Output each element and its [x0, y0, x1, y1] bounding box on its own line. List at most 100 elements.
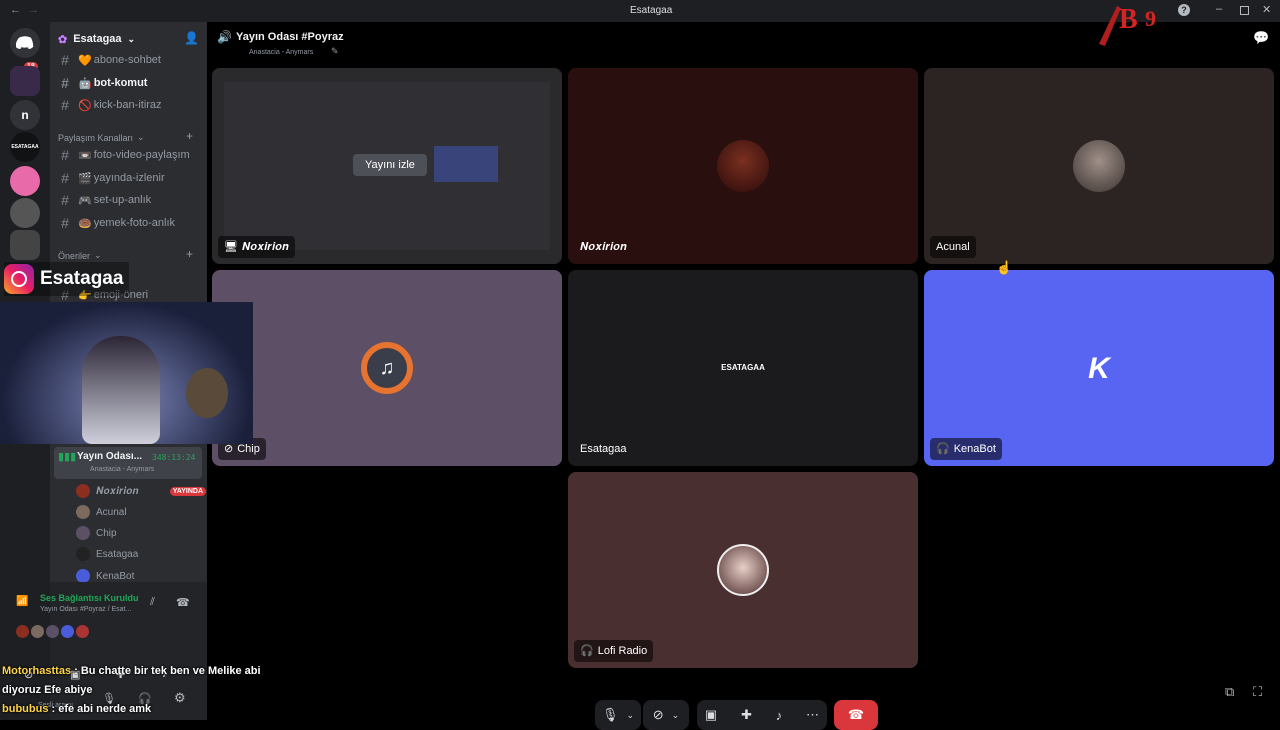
help-icon[interactable]: ?: [1178, 4, 1190, 16]
fullscreen-icon[interactable]: ⛶: [1253, 684, 1262, 700]
disconnect-icon[interactable]: ☎: [176, 596, 190, 609]
avatar: [76, 569, 90, 583]
headphones-off-icon: 🎧: [936, 443, 950, 455]
tile-kenabot[interactable]: K 🎧 KenaBot: [924, 270, 1274, 466]
voice-channel[interactable]: ▮▮▮ Yayın Odası... 348:13:24 Anastacia -…: [54, 447, 202, 479]
avatar: [76, 547, 90, 561]
tile-lofi-radio[interactable]: 🎧 Lofi Radio: [568, 472, 918, 668]
voice-status-sub: Yayın Odası #Poyraz / Esat...: [40, 606, 132, 613]
channel-label: foto-video-paylaşım: [93, 149, 190, 161]
member-name: Esatagaa: [96, 548, 139, 560]
camera-toggle-button[interactable]: ⊘ ⌄: [643, 700, 689, 730]
minimize-icon[interactable]: –: [1216, 3, 1222, 15]
voice-member[interactable]: 𝑵𝒐𝒙𝒊𝒓𝒊𝒐𝒏 YAYINDA: [76, 481, 226, 501]
channel-label: yayında-izlenir: [93, 172, 165, 184]
webcam-person: [82, 336, 160, 444]
server-header[interactable]: ✿ Esatagaa ⌄: [58, 30, 200, 48]
tile-name: 𝑵𝒐𝒙𝒊𝒓𝒊𝒐𝒏: [241, 241, 289, 253]
channel-emoji: 🎮: [78, 194, 92, 207]
hash-icon: #: [61, 170, 69, 186]
leave-call-button[interactable]: ☎: [834, 700, 878, 730]
avatar: [76, 484, 90, 498]
edit-icon[interactable]: ✎: [331, 46, 339, 57]
speaker-icon: 🔊: [217, 30, 232, 44]
server-n[interactable]: n: [10, 100, 40, 130]
voice-member[interactable]: Chip: [76, 523, 226, 543]
channel-yemek-foto[interactable]: # 🍩 yemek-foto-anlık: [58, 213, 200, 233]
tile-stream[interactable]: Yayını izle 🖥 𝑵𝒐𝒙𝒊𝒓𝒊𝒐𝒏: [212, 68, 562, 264]
add-channel-icon[interactable]: +: [186, 247, 193, 261]
tile-chip[interactable]: ♫ ⊘ Chip: [212, 270, 562, 466]
tile-acunal[interactable]: Acunal: [924, 68, 1274, 264]
channel-set-up-anlik[interactable]: # 🎮 set-up-anlık: [58, 190, 200, 210]
tile-name-label: 🖥 𝑵𝒐𝒙𝒊𝒓𝒊𝒐𝒏: [218, 236, 295, 258]
channel-bot-komut[interactable]: # 🤖 bot-komut: [58, 73, 200, 93]
mouse-cursor: ☝: [996, 260, 1013, 275]
stream-window-accent: [434, 146, 498, 182]
soundboard-icon[interactable]: ♪: [776, 708, 783, 723]
avatar: [1073, 140, 1125, 192]
chevron-down-icon: ⌄: [626, 709, 635, 720]
hang-up-icon: ☎: [847, 707, 865, 722]
add-member-icon[interactable]: 👤: [184, 31, 199, 45]
channel-emoji: 🍩: [78, 217, 92, 230]
channel-foto-video[interactable]: # 📼 foto-video-paylaşım: [58, 145, 200, 165]
kenabot-logo: K: [1088, 352, 1110, 385]
voice-bars-icon: ▮▮▮: [58, 451, 77, 463]
voice-channel-name: Yayın Odası...: [77, 451, 143, 462]
camera-off-icon: ⊘: [652, 707, 664, 722]
voice-member[interactable]: Esatagaa: [76, 544, 226, 564]
category-share[interactable]: Paylaşım Kanalları ⌄: [58, 132, 145, 143]
add-channel-icon[interactable]: +: [186, 129, 193, 143]
screen-icon: 🖥: [224, 241, 238, 253]
maximize-icon[interactable]: [1240, 6, 1249, 15]
signal-icon: 📶: [16, 596, 29, 607]
back-arrow-icon[interactable]: ←: [10, 4, 21, 16]
channel-kick-ban-itiraz[interactable]: # 🚫 kick-ban-itiraz: [58, 95, 200, 115]
avatar: [31, 625, 44, 638]
server-anime[interactable]: [10, 166, 40, 196]
tile-noxirion[interactable]: 𝑵𝒐𝒙𝒊𝒓𝒊𝒐𝒏: [568, 68, 918, 264]
instagram-name: Esatagaa: [40, 268, 124, 289]
activities-icon[interactable]: ✚: [741, 707, 752, 723]
stage-action-bar: ▣ ✚ ♪ ⋯: [697, 700, 827, 730]
streamer-logo: B9: [1093, 0, 1173, 50]
more-icon[interactable]: ⋯: [806, 707, 819, 723]
window-title: Esatagaa: [630, 5, 673, 16]
settings-icon[interactable]: ⚙: [174, 690, 186, 706]
noise-suppression-icon[interactable]: ⫽: [150, 596, 155, 609]
channel-abone-sohbet[interactable]: # 🧡 abone-sohbet: [58, 50, 200, 70]
forward-arrow-icon[interactable]: →: [28, 4, 39, 16]
tile-name: KenaBot: [953, 443, 996, 455]
voice-stage: 🔊 Yayın Odası #Poyraz Anastacia - Anymar…: [207, 4, 1280, 730]
watch-stream-button[interactable]: Yayını izle: [353, 154, 427, 176]
mic-icon: 🎙: [601, 707, 619, 722]
avatar: [76, 505, 90, 519]
avatar: [76, 526, 90, 540]
chat-text: : efe abi nerde amk: [48, 703, 152, 715]
tile-name: Acunal: [936, 241, 970, 253]
avatar: [16, 625, 29, 638]
chat-bubble-icon[interactable]: 💬: [1253, 30, 1269, 46]
server-gem-icon: ✿: [58, 33, 68, 46]
tile-esatagaa[interactable]: ESATAGAA Esatagaa: [568, 270, 918, 466]
hash-icon: #: [61, 52, 69, 68]
server-esatagaa[interactable]: ESATAGAA: [10, 132, 40, 162]
svg-text:B: B: [1119, 4, 1138, 35]
live-badge: YAYINDA: [169, 486, 206, 496]
close-icon[interactable]: ✕: [1262, 3, 1271, 16]
category-suggest[interactable]: Öneriler ⌄: [58, 250, 102, 261]
voice-member[interactable]: Acunal: [76, 502, 226, 522]
server-cat[interactable]: [10, 198, 40, 228]
server-icon-multi[interactable]: [10, 66, 40, 96]
channel-yayinda-izlenir[interactable]: # 🎬 yayında-izlenir: [58, 168, 200, 188]
tile-name: Lofi Radio: [597, 645, 648, 657]
popout-icon[interactable]: ⧉: [1225, 684, 1234, 700]
server-dark[interactable]: [10, 230, 40, 260]
participant-avatars: [16, 625, 89, 638]
mic-toggle-button[interactable]: 🎙 ⌄: [595, 700, 641, 730]
avatar: [76, 625, 89, 638]
channel-label: kick-ban-itiraz: [93, 99, 162, 111]
screen-share-icon[interactable]: ▣: [705, 707, 717, 723]
discord-home-icon[interactable]: [10, 28, 40, 58]
